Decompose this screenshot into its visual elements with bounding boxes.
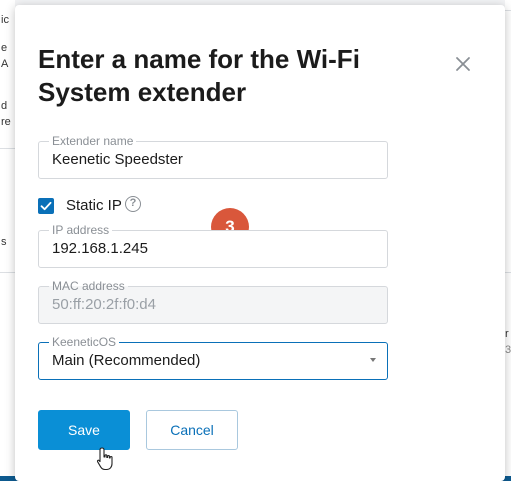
- cancel-button[interactable]: Cancel: [146, 410, 238, 450]
- keeneticos-label: KeeneticOS: [49, 335, 120, 349]
- ip-address-field[interactable]: IP address: [38, 223, 388, 268]
- keeneticos-selected-value: Main (Recommended): [52, 352, 201, 369]
- close-button[interactable]: [451, 52, 475, 76]
- keeneticos-select[interactable]: KeeneticOS Main (Recommended): [38, 335, 388, 380]
- mac-address-input: [52, 296, 362, 313]
- check-icon: [40, 201, 52, 211]
- background-text: r: [505, 328, 509, 340]
- extender-name-field[interactable]: Extender name: [38, 134, 388, 179]
- background-text: e: [1, 42, 8, 54]
- background-divider: [505, 272, 511, 273]
- background-divider: [0, 148, 15, 149]
- ip-address-label: IP address: [49, 223, 113, 237]
- background-panel-right: [505, 0, 511, 481]
- extender-name-input[interactable]: [52, 151, 362, 168]
- static-ip-checkbox[interactable]: [38, 198, 54, 214]
- ip-address-input[interactable]: [52, 240, 362, 257]
- static-ip-label: Static IP: [66, 197, 122, 214]
- close-icon: [456, 57, 470, 71]
- background-text: s: [1, 236, 7, 248]
- background-text: 3: [505, 344, 511, 356]
- help-icon[interactable]: ?: [125, 196, 141, 212]
- background-text: re: [1, 116, 11, 128]
- save-button[interactable]: Save: [38, 410, 130, 450]
- background-text: d: [1, 100, 8, 112]
- background-text: A: [1, 58, 9, 70]
- extender-name-label: Extender name: [49, 134, 137, 148]
- background-divider: [0, 272, 15, 273]
- background-text: ic: [1, 14, 9, 26]
- hand-cursor-icon: [96, 447, 113, 471]
- mac-address-label: MAC address: [49, 279, 128, 293]
- mac-address-field: MAC address: [38, 279, 388, 324]
- background-divider: [505, 10, 511, 11]
- extender-name-dialog: Enter a name for the Wi-Fi System extend…: [15, 5, 505, 481]
- dialog-title: Enter a name for the Wi-Fi System extend…: [38, 44, 360, 107]
- chevron-down-icon: [370, 358, 376, 362]
